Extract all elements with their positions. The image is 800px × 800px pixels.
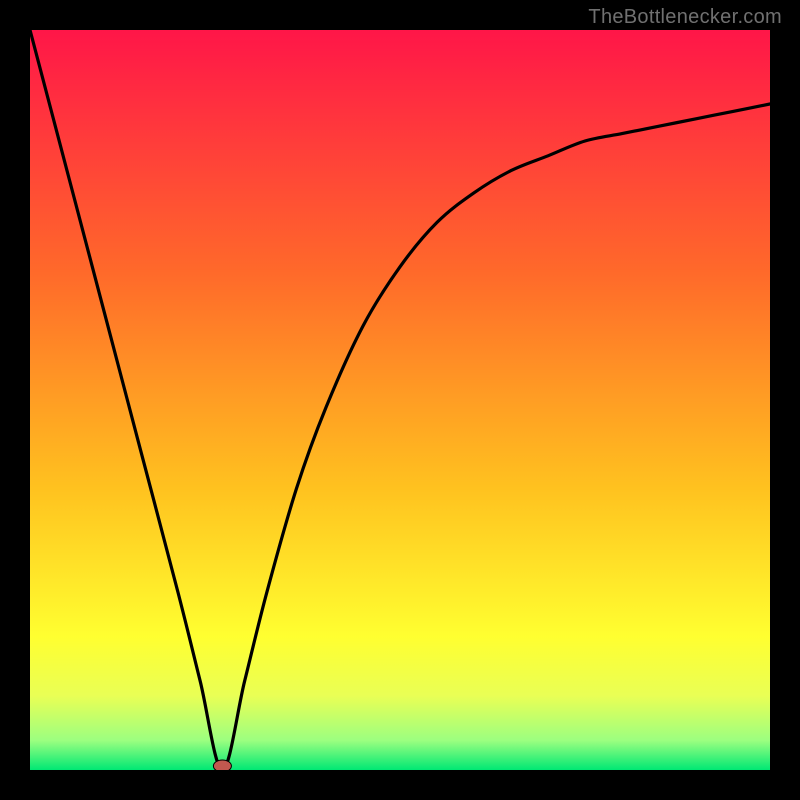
optimal-point-marker [213, 760, 231, 770]
chart-frame: TheBottlenecker.com [0, 0, 800, 800]
gradient-background [30, 30, 770, 770]
attribution-text: TheBottlenecker.com [588, 6, 782, 29]
plot-area [30, 30, 770, 770]
bottleneck-chart [30, 30, 770, 770]
